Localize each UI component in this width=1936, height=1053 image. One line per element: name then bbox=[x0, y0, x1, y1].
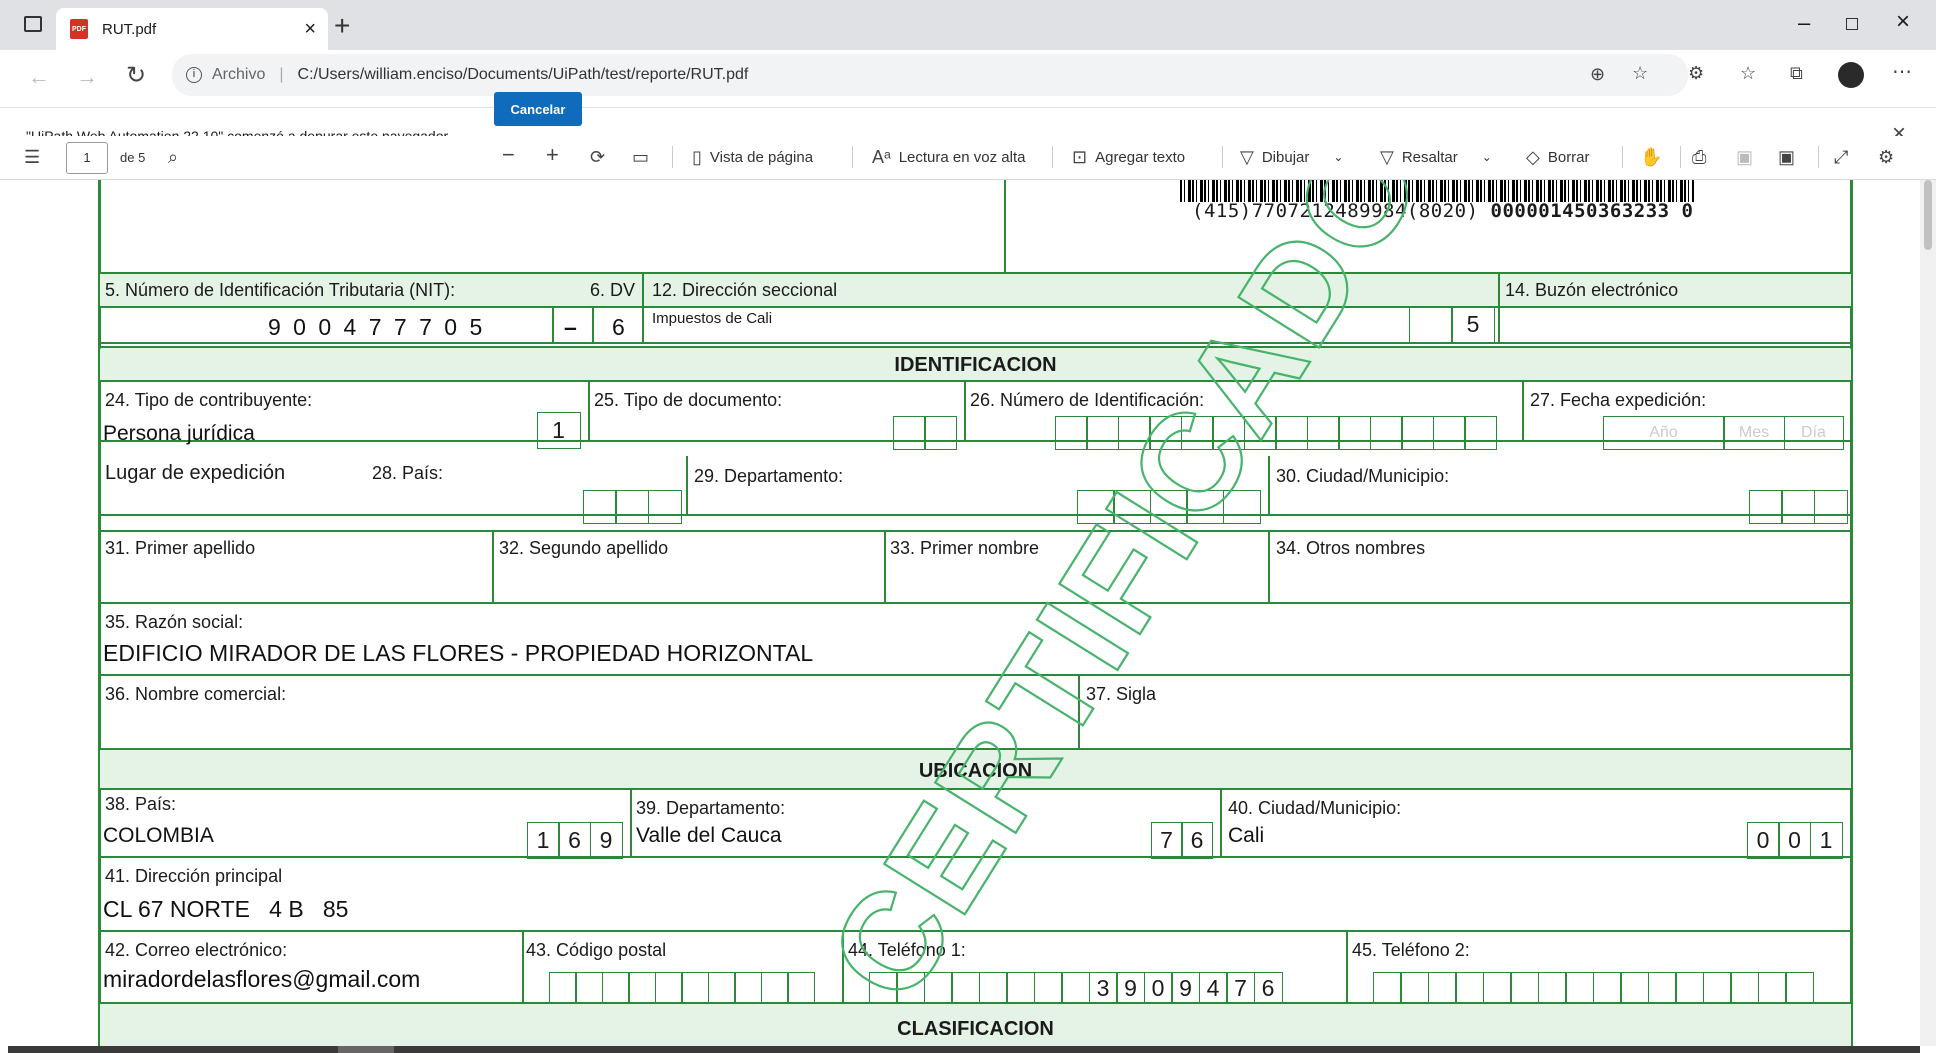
page-view-icon: ▯ bbox=[692, 147, 702, 167]
tab-rut-pdf[interactable]: PDF RUT.pdf × bbox=[56, 8, 328, 50]
url-text: C:/Users/william.enciso/Documents/UiPath… bbox=[297, 66, 749, 83]
rotate-icon[interactable]: ⟳ bbox=[590, 148, 605, 166]
contents-icon[interactable]: ☰ bbox=[24, 148, 40, 166]
save-icon[interactable]: ▣ bbox=[1736, 148, 1753, 166]
pdf-file-icon: PDF bbox=[70, 19, 88, 39]
chevron-down-icon: ⌄ bbox=[1333, 150, 1344, 164]
page-total: de 5 bbox=[120, 150, 146, 165]
close-window-icon[interactable]: × bbox=[1896, 8, 1910, 36]
zoom-in-icon[interactable]: + bbox=[546, 144, 559, 166]
minimize-icon[interactable]: – bbox=[1798, 10, 1810, 36]
fit-page-icon[interactable]: ▭ bbox=[632, 148, 649, 166]
fullscreen-icon[interactable]: ⤢ bbox=[1834, 148, 1848, 166]
address-scheme-label: Archivo bbox=[212, 66, 266, 83]
more-menu-icon[interactable]: ⋯ bbox=[1892, 62, 1912, 82]
search-icon[interactable]: ⌕ bbox=[168, 148, 178, 166]
extensions-icon[interactable]: ⚙ bbox=[1688, 64, 1704, 82]
favorites-icon[interactable]: ☆ bbox=[1740, 64, 1756, 82]
restore-icon[interactable] bbox=[1846, 18, 1858, 30]
new-tab-icon[interactable]: + bbox=[334, 10, 350, 42]
info-icon: i bbox=[186, 67, 202, 83]
print-icon[interactable]: ⎙ bbox=[1692, 148, 1706, 166]
draw-button[interactable]: ▽ Dibujar ⌄ bbox=[1240, 148, 1343, 166]
refresh-icon[interactable]: ↻ bbox=[126, 64, 146, 88]
pdf-viewport[interactable]: (415)7707212489984(8020) 000001450363233… bbox=[0, 180, 1920, 1046]
zoom-out-icon[interactable]: − bbox=[502, 144, 515, 166]
add-text-icon: ⊡ bbox=[1072, 147, 1088, 167]
tab-title: RUT.pdf bbox=[102, 20, 157, 38]
tab-actions-icon[interactable] bbox=[24, 16, 42, 32]
scrollbar-thumb[interactable] bbox=[1924, 180, 1932, 250]
highlight-icon: ▽ bbox=[1380, 147, 1394, 167]
hscroll-thumb[interactable] bbox=[338, 1046, 394, 1053]
erase-button[interactable]: ◇ Borrar bbox=[1526, 148, 1590, 166]
draw-icon: ▽ bbox=[1240, 147, 1254, 167]
read-aloud-button[interactable]: Aᵃ Lectura en voz alta bbox=[872, 148, 1025, 166]
highlight-button[interactable]: ▽ Resaltar ⌄ bbox=[1380, 148, 1492, 166]
forward-icon[interactable]: → bbox=[76, 66, 98, 88]
zoom-icon[interactable]: ⊕ bbox=[1590, 65, 1605, 83]
page-number-input[interactable]: 1 bbox=[66, 142, 108, 174]
address-bar: ← → ↻ i Archivo | C:/Users/william.encis… bbox=[0, 50, 1936, 108]
back-icon[interactable]: ← bbox=[28, 66, 50, 88]
page-view-button[interactable]: ▯ Vista de página bbox=[692, 148, 813, 166]
settings-icon[interactable]: ⚙ bbox=[1878, 148, 1894, 166]
cancel-button[interactable]: Cancelar bbox=[494, 92, 582, 126]
tab-bar: PDF RUT.pdf × + – × bbox=[0, 0, 1936, 50]
horizontal-scrollbar[interactable] bbox=[8, 1046, 1920, 1053]
touch-icon[interactable]: ✋ bbox=[1640, 148, 1662, 166]
close-tab-icon[interactable]: × bbox=[304, 18, 316, 41]
collections-icon[interactable]: ⧉ bbox=[1790, 64, 1803, 82]
add-text-button[interactable]: ⊡ Agregar texto bbox=[1072, 148, 1185, 166]
watermark-text: CERTIFICADO SIN COSTO bbox=[800, 180, 1896, 1026]
watermark-stamp: CERTIFICADO SIN COSTO bbox=[799, 180, 1897, 1027]
url-field[interactable]: i Archivo | C:/Users/william.enciso/Docu… bbox=[172, 54, 1688, 96]
chevron-down-icon: ⌄ bbox=[1481, 150, 1492, 164]
read-aloud-icon: Aᵃ bbox=[872, 147, 891, 167]
save-as-icon[interactable]: ▣ bbox=[1778, 148, 1795, 166]
eraser-icon: ◇ bbox=[1526, 147, 1540, 167]
pdf-toolbar: ☰ 1 de 5 ⌕ − + ⟳ ▭ ▯ Vista de página Aᵃ Le… bbox=[0, 136, 1936, 180]
favorite-add-icon[interactable]: ☆ bbox=[1632, 64, 1648, 82]
vertical-scrollbar[interactable] bbox=[1920, 180, 1936, 1046]
avatar[interactable] bbox=[1838, 62, 1864, 88]
